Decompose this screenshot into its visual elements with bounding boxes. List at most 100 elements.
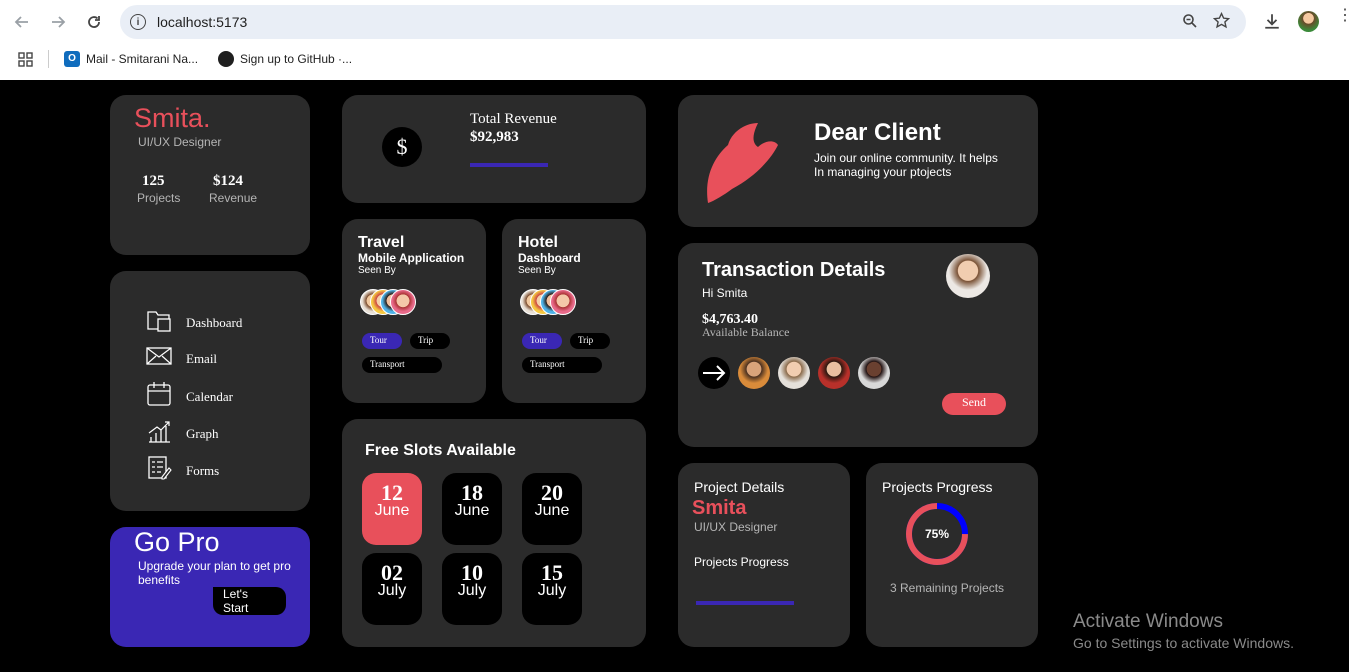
download-icon[interactable] — [1263, 12, 1281, 35]
forward-icon[interactable] — [46, 10, 70, 34]
reload-icon[interactable] — [82, 10, 106, 34]
gopro-title: Go Pro — [134, 527, 220, 557]
menu-item-email[interactable]: Email — [146, 345, 217, 372]
projects-progress-card: Projects Progress 75% 3 Remaining Projec… — [866, 463, 1038, 647]
tag-trip[interactable]: Trip — [410, 333, 450, 349]
site-info-icon[interactable]: i — [130, 14, 146, 30]
slot-day: 10 — [461, 560, 483, 585]
tag-transport[interactable]: Transport — [362, 357, 442, 373]
folder-icon — [146, 307, 172, 338]
address-bar[interactable]: i localhost:5173 — [120, 5, 1246, 39]
github-icon — [218, 51, 234, 67]
dear-client-card: Dear Client Join our online community. I… — [678, 95, 1038, 227]
menu-kebab-icon[interactable]: ⋮ — [1337, 8, 1349, 24]
bookmarks-bar: O Mail - Smitarani Na... Sign up to GitH… — [0, 44, 1349, 74]
contact-avatar[interactable] — [858, 357, 890, 389]
project-details-card: Project Details Smita UI/UX Designer Pro… — [678, 463, 850, 647]
tag-trip[interactable]: Trip — [570, 333, 610, 349]
slot-item[interactable]: 10 July — [442, 553, 502, 625]
browser-toolbar: i localhost:5173 ⋮ — [0, 0, 1349, 44]
menu-item-forms[interactable]: Forms — [146, 455, 219, 486]
bookmark-divider — [48, 50, 49, 68]
revenue-bar — [470, 163, 548, 167]
slot-month: July — [537, 582, 567, 599]
contact-avatar[interactable] — [738, 357, 770, 389]
slot-item[interactable]: 02 July — [362, 553, 422, 625]
url-text[interactable]: localhost:5173 — [157, 14, 247, 30]
back-icon[interactable] — [10, 10, 34, 34]
menu-label: Email — [186, 350, 218, 366]
revenue-count: $124 — [213, 173, 243, 189]
slot-month: July — [377, 582, 407, 599]
profile-role: UI/UX Designer — [138, 135, 222, 149]
hotel-card: Hotel Dashboard Seen By Tour Trip Transp… — [502, 219, 646, 403]
graph-icon — [146, 418, 172, 449]
heart-icon — [702, 117, 782, 212]
activate-windows-subtitle: Go to Settings to activate Windows. — [1073, 635, 1294, 651]
activate-windows-title: Activate Windows — [1073, 611, 1223, 632]
client-title: Dear Client — [814, 119, 941, 146]
bookmark-github[interactable]: Sign up to GitHub ·... — [218, 51, 352, 67]
slot-item[interactable]: 12 June — [362, 473, 422, 545]
slot-day: 02 — [381, 560, 403, 585]
travel-title: Travel — [358, 234, 405, 251]
revenue-title: Total Revenue — [470, 111, 557, 127]
calendar-icon — [146, 381, 172, 412]
tag-tour[interactable]: Tour — [522, 333, 562, 349]
tag-tour[interactable]: Tour — [362, 333, 402, 349]
slot-item[interactable]: 20 June — [522, 473, 582, 545]
mail-icon — [146, 345, 172, 372]
projects-count: 125 — [142, 173, 165, 189]
project-progress-label: Projects Progress — [694, 555, 789, 569]
slot-item[interactable]: 18 June — [442, 473, 502, 545]
avatar — [550, 289, 576, 315]
gopro-text: Upgrade your plan to get pro benefits — [138, 559, 291, 587]
menu-label: Graph — [186, 425, 219, 441]
menu-item-dashboard[interactable]: Dashboard — [146, 307, 242, 338]
profile-avatar[interactable] — [1298, 11, 1319, 32]
user-avatar — [946, 254, 990, 298]
project-owner-role: UI/UX Designer — [694, 520, 778, 534]
hotel-title: Hotel — [518, 234, 558, 251]
slot-item[interactable]: 15 July — [522, 553, 582, 625]
contact-avatar[interactable] — [778, 357, 810, 389]
slot-day: 15 — [541, 560, 563, 585]
progress-percent: 75% — [924, 527, 950, 541]
project-progress-bar — [696, 601, 794, 605]
travel-subtitle: Mobile Application — [358, 251, 465, 265]
bookmark-star-icon[interactable] — [1212, 11, 1231, 34]
slot-day: 12 — [381, 480, 403, 505]
bookmark-github-label: Sign up to GitHub ·... — [240, 52, 353, 66]
menu-label: Dashboard — [186, 314, 243, 330]
hotel-subtitle: Dashboard — [518, 251, 581, 265]
profile-name: Smita. — [134, 103, 211, 133]
transaction-title: Transaction Details — [702, 259, 886, 281]
lets-start-button[interactable]: Let's Start — [213, 587, 286, 615]
dollar-icon: $ — [382, 127, 422, 167]
bookmark-mail[interactable]: O Mail - Smitarani Na... — [64, 51, 198, 67]
browser-chrome: i localhost:5173 ⋮ O Mail - Smitarani Na… — [0, 0, 1349, 80]
slot-month: July — [457, 582, 487, 599]
zoom-icon[interactable] — [1182, 13, 1198, 34]
menu-label: Calendar — [186, 388, 233, 404]
menu-label: Forms — [186, 462, 220, 478]
arrow-right-icon[interactable] — [698, 357, 730, 389]
client-text: Join our online community. It helps In m… — [814, 151, 998, 179]
menu-item-calendar[interactable]: Calendar — [146, 381, 233, 412]
remaining-projects: 3 Remaining Projects — [890, 581, 1005, 595]
projects-label: Projects — [137, 191, 181, 205]
outlook-icon: O — [64, 51, 80, 67]
tag-transport[interactable]: Transport — [522, 357, 602, 373]
free-slots-title: Free Slots Available — [365, 442, 516, 459]
hotel-seen-label: Seen By — [518, 265, 556, 276]
contact-avatar[interactable] — [818, 357, 850, 389]
hotel-avatar-group — [520, 289, 580, 317]
project-details-title: Project Details — [694, 479, 785, 495]
menu-item-graph[interactable]: Graph — [146, 418, 219, 449]
profile-card: Smita. UI/UX Designer 125 Projects $124 … — [110, 95, 310, 255]
send-button[interactable]: Send — [942, 393, 1006, 415]
menu-card: Dashboard Email Calendar Graph Forms — [110, 271, 310, 511]
apps-grid-icon[interactable] — [18, 52, 33, 72]
slot-month: June — [534, 502, 570, 519]
slot-month: June — [374, 502, 410, 519]
